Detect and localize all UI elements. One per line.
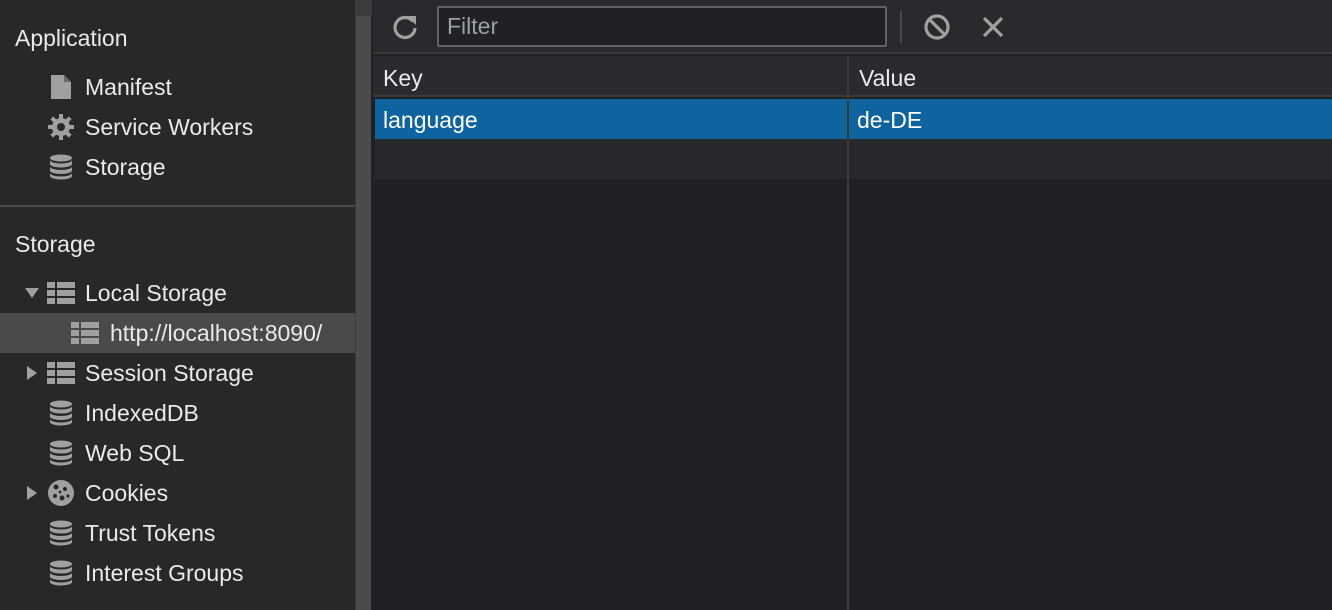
table-row[interactable]: language de-DE	[375, 99, 1332, 139]
refresh-icon	[391, 13, 419, 41]
database-icon	[47, 559, 75, 587]
section-title-application: Application	[15, 25, 128, 51]
sidebar-item-storage-overview[interactable]: Storage	[0, 147, 355, 187]
sidebar-item-web-sql[interactable]: Web SQL	[0, 433, 355, 473]
table-icon	[47, 359, 75, 387]
sidebar-item-local-storage-origin[interactable]: http://localhost:8090/	[0, 313, 355, 353]
sidebar-item-label: IndexedDB	[85, 400, 199, 426]
filter-input[interactable]	[437, 6, 887, 47]
sidebar-item-label: Cookies	[85, 480, 169, 506]
sidebar-item-label: http://localhost:8090/	[110, 320, 323, 346]
sidebar-item-label: Session Storage	[85, 360, 254, 386]
database-icon	[47, 519, 75, 547]
block-icon	[923, 13, 951, 41]
sidebar-item-label: Interest Groups	[85, 560, 244, 586]
cookie-icon	[47, 479, 75, 507]
database-icon	[47, 399, 75, 427]
sidebar-item-label: Service Workers	[85, 114, 254, 140]
sidebar-item-interest-groups[interactable]: Interest Groups	[0, 553, 355, 593]
column-header-value[interactable]: Value	[849, 56, 1332, 97]
sidebar-item-label: Storage	[85, 154, 166, 180]
table-icon	[71, 319, 99, 347]
triangle-right-icon[interactable]	[25, 486, 39, 500]
column-divider[interactable]	[847, 56, 849, 610]
sidebar-item-service-workers[interactable]: Service Workers	[0, 107, 355, 147]
sidebar-item-label: Trust Tokens	[85, 520, 216, 546]
toolbar-separator	[900, 11, 902, 43]
cell-value[interactable]: de-DE	[857, 107, 922, 134]
sidebar-item-local-storage[interactable]: Local Storage	[0, 273, 355, 313]
devtools-application-panel: Application Manifest Service Workers Sto…	[0, 0, 1332, 610]
sidebar-item-manifest[interactable]: Manifest	[0, 67, 355, 107]
close-icon	[981, 15, 1005, 39]
storage-table: Key Value language de-DE	[373, 56, 1332, 610]
triangle-right-icon[interactable]	[25, 366, 39, 380]
sidebar-resize-handle[interactable]	[355, 0, 372, 610]
sidebar: Application Manifest Service Workers Sto…	[0, 0, 355, 610]
file-icon	[47, 73, 75, 101]
sidebar-item-indexeddb[interactable]: IndexedDB	[0, 393, 355, 433]
clear-all-button[interactable]	[920, 10, 954, 44]
database-icon	[47, 439, 75, 467]
section-title-storage: Storage	[15, 231, 96, 257]
sidebar-item-session-storage[interactable]: Session Storage	[0, 353, 355, 393]
sidebar-item-label: Web SQL	[85, 440, 185, 466]
cell-key[interactable]: language	[383, 107, 478, 134]
sidebar-item-trust-tokens[interactable]: Trust Tokens	[0, 513, 355, 553]
gear-icon	[47, 113, 75, 141]
table-icon	[47, 279, 75, 307]
database-icon	[47, 153, 75, 181]
sidebar-item-label: Manifest	[85, 74, 172, 100]
delete-selected-button[interactable]	[976, 10, 1010, 44]
sidebar-item-label: Local Storage	[85, 280, 227, 306]
triangle-down-icon[interactable]	[25, 286, 39, 300]
column-header-key[interactable]: Key	[373, 56, 847, 97]
table-row-empty[interactable]	[375, 139, 1332, 179]
sidebar-item-cookies[interactable]: Cookies	[0, 473, 355, 513]
sidebar-divider	[0, 205, 355, 207]
toolbar	[373, 0, 1332, 54]
refresh-button[interactable]	[388, 10, 422, 44]
